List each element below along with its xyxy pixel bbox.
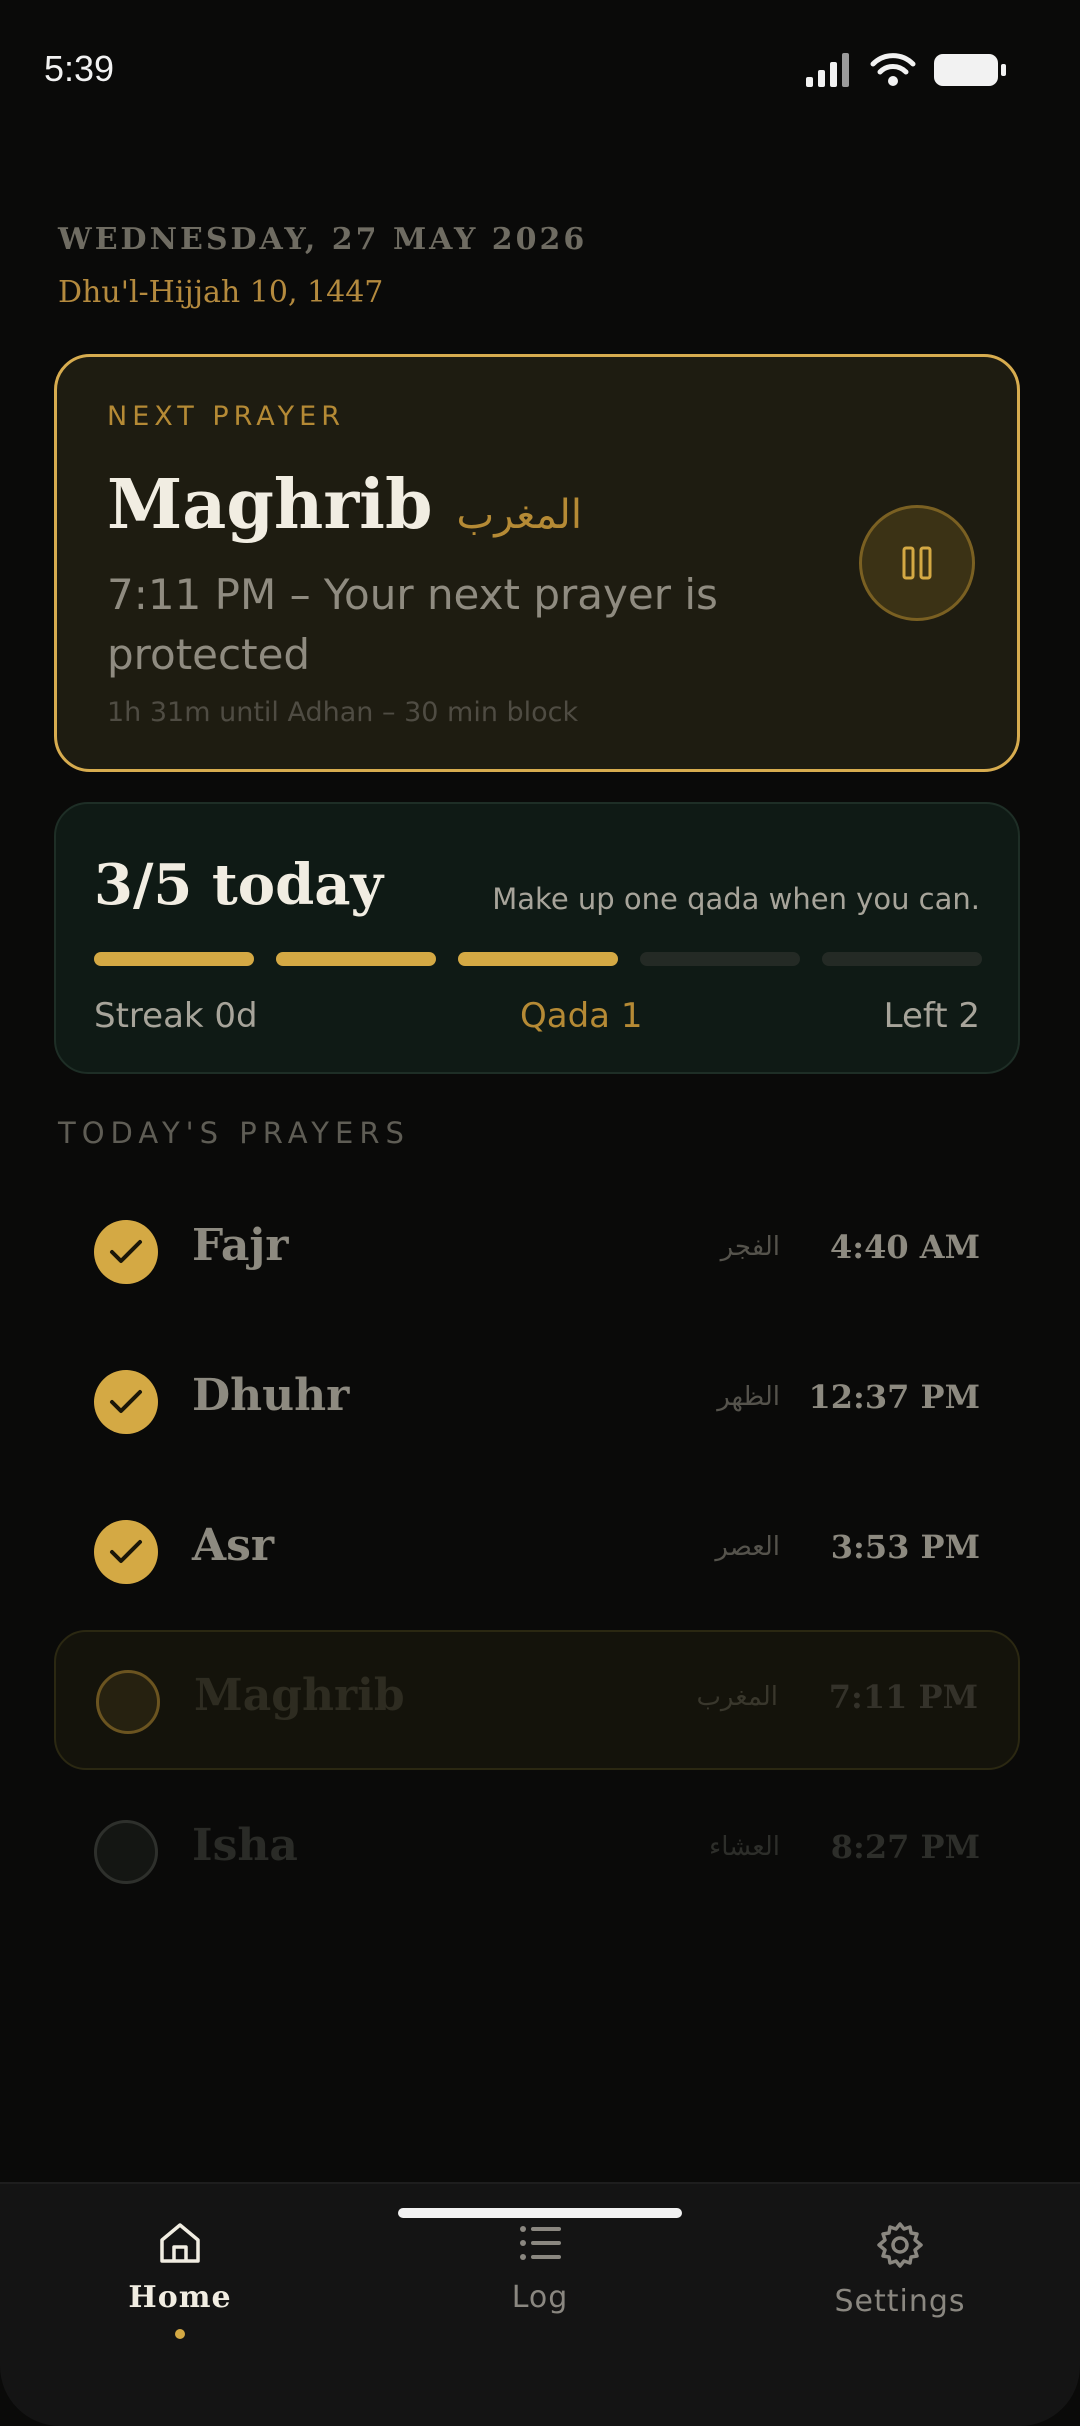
gear-icon (877, 2222, 923, 2268)
prayer-name: Dhuhr (192, 1370, 350, 1421)
next-prayer-name: Maghrib (107, 465, 433, 545)
prayer-name: Isha (192, 1820, 298, 1871)
tab-log[interactable]: Log (390, 2220, 690, 2315)
progress-segment (458, 952, 618, 966)
progress-segment (94, 952, 254, 966)
todays-prayers-title: TODAY'S PRAYERS (58, 1116, 410, 1150)
prayer-checkbox[interactable] (94, 1370, 158, 1434)
next-prayer-arabic-name: المغرب (456, 492, 582, 538)
next-prayer-description: 7:11 PM – Your next prayer is protected (107, 570, 718, 679)
next-prayer-name-row: Maghrib المغرب (107, 465, 582, 545)
prayer-name: Maghrib (194, 1670, 405, 1721)
tab-home-label: Home (128, 2280, 232, 2315)
next-prayer-label: NEXT PRAYER (107, 401, 345, 432)
prayer-row-isha[interactable]: Isha العشاء 8:27 PM (54, 1782, 1020, 1922)
prayer-name: Asr (192, 1520, 275, 1571)
progress-title: 3/5 today (94, 852, 384, 918)
prayer-time: 4:40 AM (830, 1228, 980, 1266)
hijri-date: Dhu'l-Hijjah 10, 1447 (58, 275, 384, 310)
prayer-checkbox[interactable] (96, 1670, 160, 1734)
date-header: WEDNESDAY, 27 MAY 2026 Dhu'l-Hijjah 10, … (58, 222, 587, 310)
pause-block-button[interactable] (859, 505, 975, 621)
progress-hint: Make up one qada when you can. (492, 882, 980, 916)
status-icons (806, 52, 1008, 88)
prayer-row-asr[interactable]: Asr العصر 3:53 PM (54, 1482, 1020, 1622)
progress-segment (276, 952, 436, 966)
home-icon (160, 2223, 200, 2263)
prayer-time: 7:11 PM (828, 1678, 978, 1716)
progress-segment (640, 952, 800, 966)
active-tab-indicator (175, 2329, 185, 2339)
tab-bar: Home Log Settings (0, 2182, 1080, 2426)
prayer-arabic-name: المغرب (696, 1682, 778, 1712)
progress-bars (94, 952, 982, 966)
check-icon (110, 1240, 142, 1263)
status-time: 5:39 (44, 48, 115, 89)
prayer-arabic-name: الظهر (717, 1382, 780, 1412)
gregorian-date: WEDNESDAY, 27 MAY 2026 (58, 222, 588, 257)
next-prayer-card[interactable]: NEXT PRAYER Maghrib المغرب 7:11 PM – You… (54, 354, 1020, 772)
progress-segment (822, 952, 982, 966)
check-icon (110, 1390, 142, 1413)
list-icon (520, 2226, 561, 2260)
prayer-row-fajr[interactable]: Fajr الفجر 4:40 AM (54, 1182, 1020, 1322)
tab-home[interactable]: Home (30, 2220, 330, 2339)
prayer-arabic-name: العصر (715, 1532, 780, 1562)
prayer-checkbox[interactable] (94, 1520, 158, 1584)
streak-stat: Streak 0d (94, 996, 258, 1036)
tab-log-label: Log (511, 2280, 569, 2315)
qada-stat[interactable]: Qada 1 (520, 996, 642, 1036)
prayer-checkbox[interactable] (94, 1220, 158, 1284)
prayer-time: 8:27 PM (830, 1828, 980, 1866)
prayer-time: 12:37 PM (808, 1378, 981, 1416)
signal-icon (806, 53, 849, 87)
battery-icon (934, 54, 1006, 86)
prayer-row-maghrib[interactable]: Maghrib المغرب 7:11 PM (54, 1630, 1020, 1770)
wifi-icon (870, 53, 916, 86)
tab-settings-label: Settings (834, 2284, 966, 2319)
check-icon (110, 1540, 142, 1563)
home-indicator (398, 2208, 682, 2218)
prayer-arabic-name: العشاء (708, 1832, 780, 1862)
prayer-name: Fajr (192, 1220, 289, 1271)
tab-settings[interactable]: Settings (750, 2220, 1050, 2319)
pause-icon (902, 546, 932, 580)
prayer-checkbox[interactable] (94, 1820, 158, 1884)
prayer-time: 3:53 PM (830, 1528, 980, 1566)
left-stat: Left 2 (883, 996, 980, 1036)
next-prayer-countdown: 1h 31m until Adhan – 30 min block (107, 697, 579, 728)
status-bar: 5:39 (0, 0, 1080, 140)
daily-progress-card: 3/5 today Make up one qada when you can.… (54, 802, 1020, 1074)
prayer-arabic-name: الفجر (720, 1232, 780, 1262)
prayer-row-dhuhr[interactable]: Dhuhr الظهر 12:37 PM (54, 1332, 1020, 1472)
